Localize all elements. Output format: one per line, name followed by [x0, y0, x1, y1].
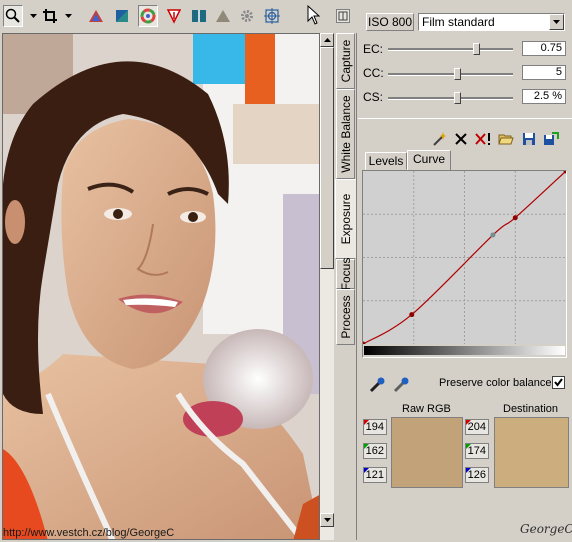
profile-dropdown-button[interactable]	[549, 14, 564, 30]
tab-capture[interactable]: Capture	[336, 33, 355, 89]
slider-cs-thumb[interactable]	[453, 92, 461, 104]
eyedropper-icon	[369, 377, 385, 393]
white-balance-icon	[166, 9, 182, 24]
chevron-down-icon	[30, 14, 37, 18]
raw-red-value: 194	[363, 419, 387, 435]
black-point-picker[interactable]	[368, 376, 386, 394]
checkmark-icon	[554, 378, 563, 387]
tab-levels[interactable]: Levels	[365, 152, 407, 170]
eyedropper-icon	[393, 377, 409, 393]
curve-editor[interactable]	[362, 170, 567, 358]
save-curve-button[interactable]	[520, 130, 537, 147]
raw-green-value: 162	[363, 443, 387, 459]
panel-divider	[356, 33, 357, 540]
exposure-tool-button[interactable]	[86, 5, 106, 27]
profile-select[interactable]: Film standard	[418, 13, 565, 31]
panel-toggle-icon	[338, 11, 348, 21]
scroll-thumb[interactable]	[320, 47, 334, 269]
slider-cc-thumb[interactable]	[453, 68, 461, 80]
preserve-color-balance-checkbox[interactable]	[552, 376, 565, 389]
delete-point-button[interactable]	[452, 130, 469, 147]
color-wheel-icon	[140, 8, 156, 24]
dest-green-value: 174	[465, 443, 489, 459]
zoom-icon	[5, 8, 20, 23]
zoom-dropdown[interactable]	[29, 8, 38, 24]
chevron-down-icon	[65, 14, 72, 18]
zoom-tool-button[interactable]	[3, 5, 23, 27]
curve-options-button[interactable]	[542, 130, 559, 147]
scroll-up-button[interactable]	[320, 33, 334, 47]
settings-tool-button[interactable]	[237, 5, 257, 27]
crop-tool-button[interactable]	[40, 5, 60, 27]
curve-control-point[interactable]	[512, 215, 518, 221]
compare-icon	[192, 10, 206, 22]
raw-blue-value: 121	[363, 467, 387, 483]
dest-blue-value: 126	[465, 467, 489, 483]
scroll-down-button[interactable]	[320, 513, 334, 527]
open-curve-button[interactable]	[497, 130, 514, 147]
magic-wand-icon	[432, 131, 446, 146]
destination-label: Destination	[503, 403, 559, 415]
exposure-icon	[89, 10, 103, 22]
curve-options-icon	[543, 131, 559, 145]
slider-cs-track[interactable]	[388, 97, 513, 100]
gear-icon	[241, 10, 253, 22]
crop-dropdown[interactable]	[64, 8, 73, 24]
slider-cc-label: CC:	[363, 66, 384, 80]
target-icon	[264, 8, 280, 24]
compare-tool-button[interactable]	[189, 5, 209, 27]
color-balance-tool-button[interactable]	[112, 5, 132, 27]
panel-toggle-button[interactable]	[336, 9, 350, 23]
watermark-text: http://www.vestch.cz/blog/GeorgeC	[3, 527, 175, 539]
triangle-tool-button[interactable]	[213, 5, 233, 27]
dest-red-value: 204	[465, 419, 489, 435]
curve-control-point[interactable]	[409, 312, 415, 318]
slider-ec-thumb[interactable]	[472, 43, 480, 55]
close-icon	[454, 132, 467, 145]
iso-button[interactable]: ISO 800	[366, 13, 414, 31]
tab-exposure[interactable]: Exposure	[335, 179, 356, 259]
destination-color-swatch	[494, 417, 569, 488]
signature: GeorgeC	[520, 522, 572, 536]
tab-curve[interactable]: Curve	[407, 150, 451, 171]
triangle-icon	[216, 10, 230, 22]
curve-graph[interactable]	[363, 171, 566, 344]
chevron-down-icon	[553, 20, 560, 24]
save-icon	[522, 132, 535, 145]
mouse-cursor-icon	[307, 4, 321, 25]
target-tool-button[interactable]	[262, 5, 282, 27]
preserve-color-balance-label: Preserve color balance	[439, 377, 552, 389]
color-wheel-tool-button[interactable]	[138, 5, 158, 27]
raw-rgb-label: Raw RGB	[402, 403, 451, 415]
chevron-down-icon	[323, 518, 331, 522]
profile-select-value: Film standard	[422, 15, 495, 29]
crop-icon	[43, 9, 57, 23]
chevron-up-icon	[323, 38, 331, 42]
slider-cc-value[interactable]: 5	[522, 65, 566, 80]
slider-cs-label: CS:	[363, 90, 384, 104]
tone-gradient-bar	[364, 346, 565, 355]
portrait-photo	[3, 34, 319, 539]
tab-process[interactable]: Process	[336, 289, 355, 345]
raw-color-swatch	[391, 417, 463, 488]
white-balance-tool-button[interactable]	[164, 5, 184, 27]
tab-white-balance[interactable]: White Balance	[336, 89, 355, 179]
slider-ec-label: EC:	[363, 42, 384, 56]
photo-preview[interactable]: http://www.vestch.cz/blog/GeorgeC	[2, 33, 320, 540]
section-divider	[358, 118, 572, 119]
reset-curve-button[interactable]	[474, 130, 491, 147]
reset-icon	[474, 132, 490, 145]
slider-ec-value[interactable]: 0.75	[522, 41, 566, 56]
gray-point-picker[interactable]	[392, 376, 410, 394]
curve-control-point[interactable]	[490, 232, 496, 238]
auto-curve-button[interactable]	[430, 130, 447, 147]
tab-focus[interactable]: Focus	[336, 258, 355, 290]
slider-cs-value[interactable]: 2.5 %	[522, 89, 566, 104]
slider-cc-track[interactable]	[388, 73, 513, 76]
color-balance-icon	[116, 10, 128, 22]
slider-ec-track[interactable]	[388, 48, 513, 51]
folder-open-icon	[497, 134, 514, 144]
